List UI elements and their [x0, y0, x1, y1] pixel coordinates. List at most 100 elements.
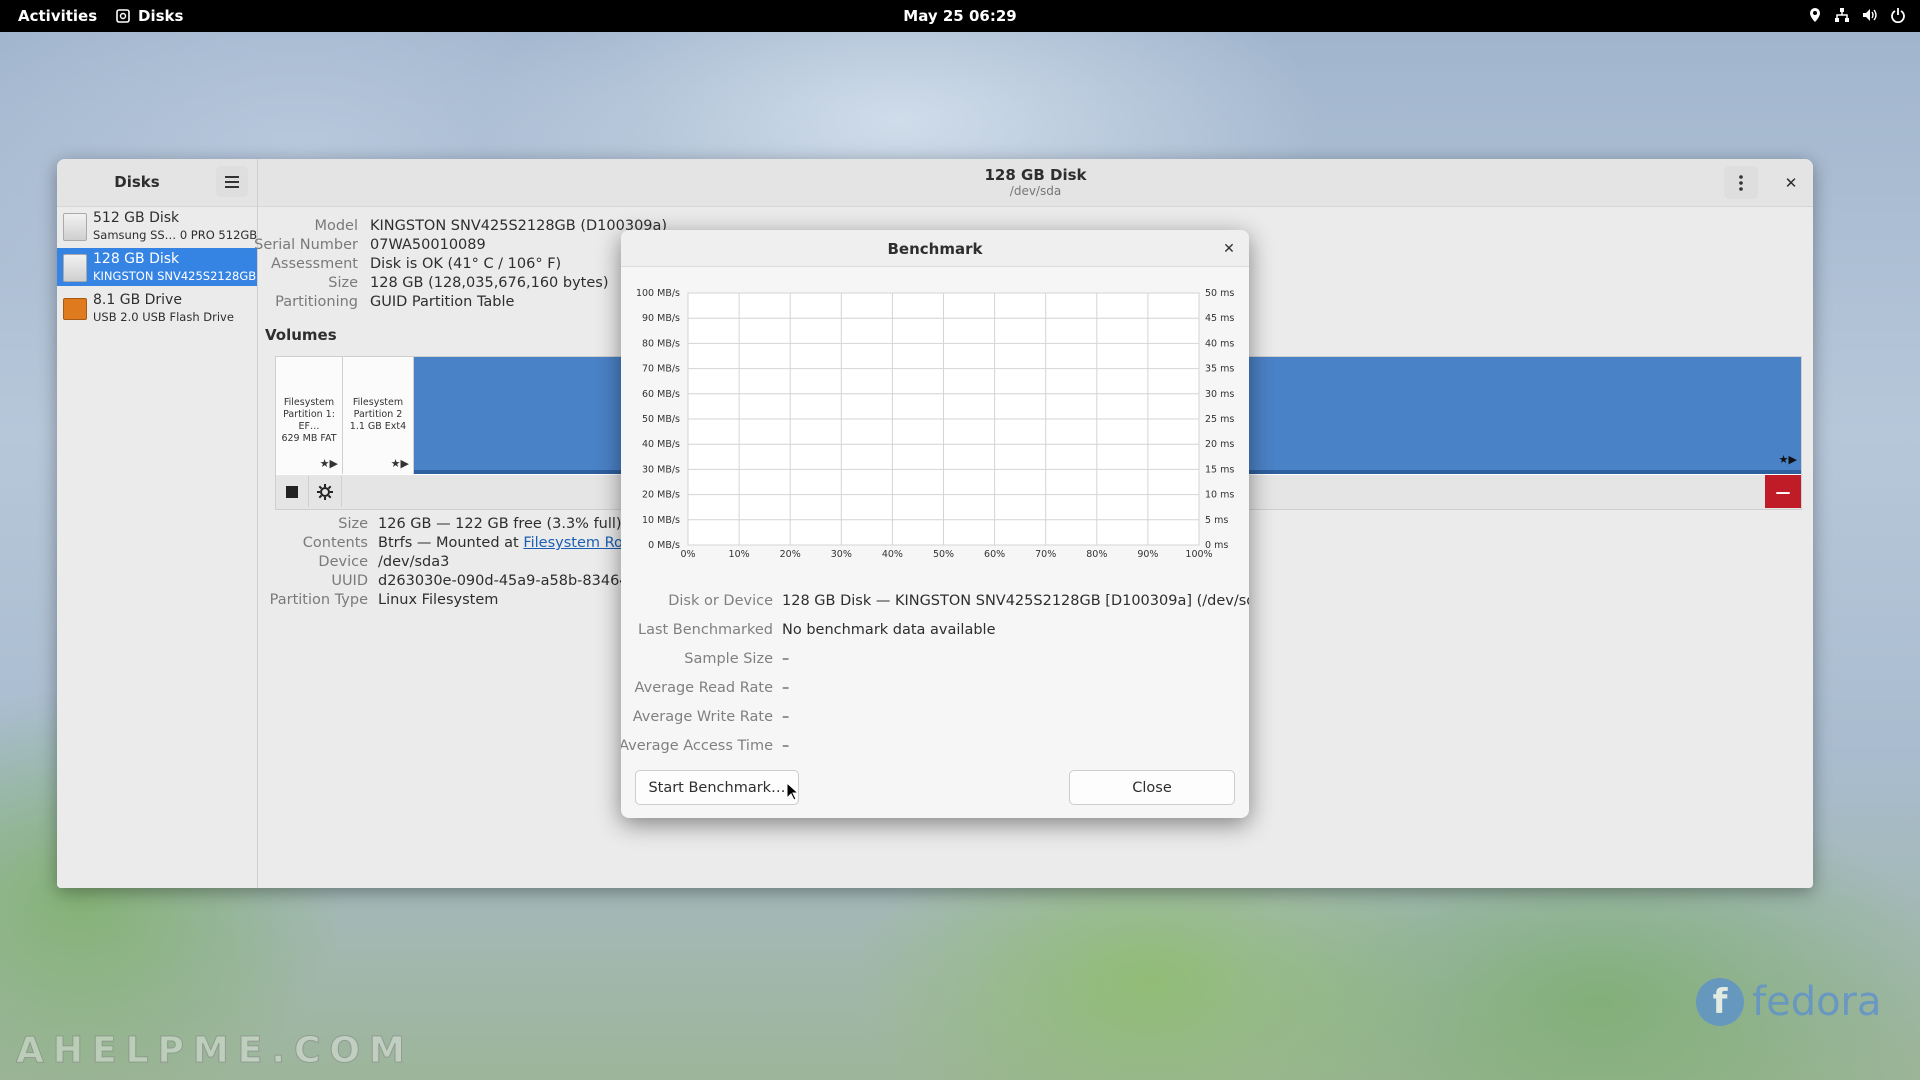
- partitioning-value: GUID Partition Table: [370, 294, 515, 310]
- partition-size: 1.1 GB Ext4: [349, 421, 407, 432]
- partition-1[interactable]: Filesystem Partition 1: EF… 629 MB FAT ★…: [276, 357, 343, 474]
- mount-status-icon: ★▶: [1778, 453, 1797, 466]
- usb-drive-icon: [63, 298, 87, 320]
- info-model: Model KINGSTON SNV425S2128GB (D100309a): [258, 218, 667, 237]
- y-left-tick-label: 90 MB/s: [642, 313, 680, 324]
- clock[interactable]: May 25 06:29: [903, 7, 1016, 25]
- y-right-tick-label: 50 ms: [1205, 288, 1234, 299]
- volumes-heading: Volumes: [265, 326, 337, 344]
- disks-app-icon: [116, 9, 130, 23]
- sample-size-value: –: [782, 651, 790, 667]
- y-left-tick-label: 80 MB/s: [642, 338, 680, 349]
- sidebar-header: Disks: [57, 159, 257, 207]
- y-left-tick-label: 60 MB/s: [642, 389, 680, 400]
- disk-item-usb-drive[interactable]: 8.1 GB Drive USB 2.0 USB Flash Drive: [57, 289, 257, 327]
- disk-or-device-label: Disk or Device: [668, 593, 773, 609]
- app-menu[interactable]: Disks: [116, 7, 183, 25]
- assessment-label: Assessment: [271, 256, 358, 272]
- average-read-rate-value: –: [782, 680, 790, 696]
- benchmark-chart: 0% 10% 20% 30% 40% 50% 60% 70% 80% 90% 100%0 MB/s1…: [636, 288, 1234, 560]
- location-icon: [1810, 8, 1820, 22]
- row-disk-or-device: Disk or Device 128 GB Disk — KINGSTON SN…: [621, 593, 1249, 615]
- last-benchmarked-value: No benchmark data available: [782, 622, 996, 638]
- vol-size-label: Size: [338, 516, 368, 532]
- x-tick-label: 70%: [1035, 549, 1056, 560]
- partitioning-label: Partitioning: [275, 294, 358, 310]
- hard-disk-icon: [63, 254, 87, 282]
- window-close-button[interactable]: ✕: [1779, 171, 1803, 195]
- mouse-pointer-icon: [786, 782, 798, 801]
- row-average-access-time: Average Access Time –: [621, 738, 1249, 760]
- y-left-tick-label: 40 MB/s: [642, 439, 680, 450]
- disk-detail: Samsung SS… 0 PRO 512GB: [93, 228, 258, 242]
- y-left-tick-label: 10 MB/s: [642, 515, 680, 526]
- y-right-tick-label: 30 ms: [1205, 389, 1234, 400]
- average-write-rate-value: –: [782, 709, 790, 725]
- delete-partition-button[interactable]: —: [1765, 475, 1801, 508]
- close-icon: ✕: [1223, 241, 1235, 257]
- vol-device-value: /dev/sda3: [378, 554, 450, 570]
- volume-icon: [1863, 9, 1877, 21]
- vol-size: Size 126 GB — 122 GB free (3.3% full): [258, 516, 621, 535]
- main-menu-button[interactable]: [216, 166, 248, 197]
- partition-name: Partition 1: EF…: [283, 409, 335, 432]
- site-watermark: AHELPME.COM: [16, 1030, 414, 1072]
- disk-name: 512 GB Disk: [93, 210, 180, 226]
- system-tray[interactable]: [1808, 7, 1906, 23]
- row-last-benchmarked: Last Benchmarked No benchmark data avail…: [621, 622, 1249, 644]
- size-value: 128 GB (128,035,676,160 bytes): [370, 275, 609, 291]
- x-tick-label: 80%: [1086, 549, 1107, 560]
- activities-button[interactable]: Activities: [18, 7, 97, 25]
- y-left-tick-label: 0 MB/s: [648, 540, 680, 551]
- y-right-tick-label: 45 ms: [1205, 313, 1234, 324]
- partition-2[interactable]: Filesystem Partition 2 1.1 GB Ext4 ★▶: [343, 357, 414, 474]
- stop-icon: [286, 485, 298, 498]
- disk-or-device-value: 128 GB Disk — KINGSTON SNV425S2128GB [D1…: [782, 593, 1249, 609]
- dialog-header: Benchmark ✕: [621, 230, 1249, 267]
- x-tick-label: 20%: [780, 549, 801, 560]
- vertical-dots-icon: [1739, 174, 1743, 191]
- y-left-tick-label: 100 MB/s: [636, 288, 680, 299]
- hamburger-icon: [225, 175, 239, 188]
- disk-item-128gb[interactable]: 128 GB Disk KINGSTON SNV425S2128GB: [57, 248, 257, 286]
- close-button[interactable]: Close: [1069, 770, 1235, 805]
- x-tick-label: 10%: [729, 549, 750, 560]
- serial-value: 07WA50010089: [370, 237, 486, 253]
- partition-name: Partition 2: [353, 409, 403, 420]
- sidebar-title: Disks: [114, 173, 160, 191]
- info-size: Size 128 GB (128,035,676,160 bytes): [258, 275, 608, 294]
- info-partitioning: Partitioning GUID Partition Table: [258, 294, 514, 313]
- vol-device: Device /dev/sda3: [258, 554, 449, 573]
- x-tick-label: 50%: [933, 549, 954, 560]
- info-assessment: Assessment Disk is OK (41° C / 106° F): [258, 256, 561, 275]
- row-average-write-rate: Average Write Rate –: [621, 709, 1249, 731]
- vol-partition-type: Partition Type Linux Filesystem: [258, 592, 499, 611]
- y-right-tick-label: 5 ms: [1205, 515, 1228, 526]
- y-right-tick-label: 0 ms: [1205, 540, 1228, 551]
- top-bar: Activities Disks May 25 06:29: [0, 0, 1920, 32]
- disk-detail: KINGSTON SNV425S2128GB: [93, 269, 257, 283]
- vol-contents-label: Contents: [302, 535, 368, 551]
- dialog-title: Benchmark: [887, 240, 983, 258]
- average-read-rate-label: Average Read Rate: [634, 680, 773, 696]
- partition-size: 629 MB FAT: [281, 433, 337, 444]
- vol-uuid-value: d263030e-090d-45a9-a58b-834642: [378, 573, 638, 589]
- average-access-time-label: Average Access Time: [621, 738, 773, 754]
- y-right-tick-label: 25 ms: [1205, 414, 1234, 425]
- dialog-close-button[interactable]: ✕: [1219, 239, 1239, 259]
- row-average-read-rate: Average Read Rate –: [621, 680, 1249, 702]
- partition-options-button[interactable]: [309, 476, 342, 507]
- unmount-button[interactable]: [276, 476, 309, 507]
- vol-contents-value: Btrfs — Mounted at: [378, 535, 524, 551]
- start-benchmark-button[interactable]: Start Benchmark…: [635, 770, 799, 805]
- gear-icon: [317, 483, 333, 500]
- y-right-tick-label: 10 ms: [1205, 490, 1234, 501]
- window-title: 128 GB Disk: [984, 166, 1087, 184]
- y-right-tick-label: 40 ms: [1205, 338, 1234, 349]
- vol-partition-type-value: Linux Filesystem: [378, 592, 499, 608]
- assessment-value: Disk is OK (41° C / 106° F): [370, 256, 562, 272]
- fedora-badge-icon: f: [1696, 978, 1744, 1026]
- drive-options-button[interactable]: [1724, 166, 1758, 199]
- disk-item-512gb[interactable]: 512 GB Disk Samsung SS… 0 PRO 512GB: [57, 207, 257, 245]
- disk-name: 8.1 GB Drive: [93, 292, 182, 308]
